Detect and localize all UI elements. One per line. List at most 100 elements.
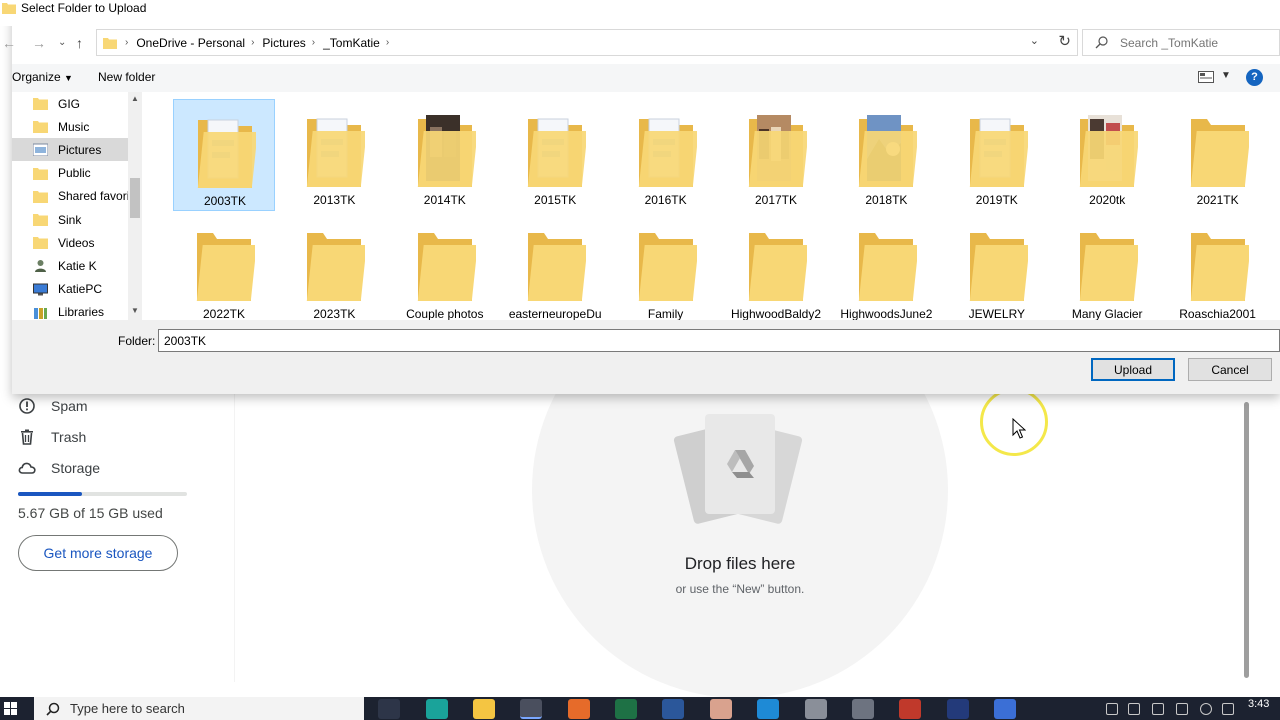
new-folder-button[interactable]: New folder	[98, 70, 155, 84]
folder-item[interactable]: HighwoodsJune2	[835, 213, 937, 320]
folder-item[interactable]: 2021TK	[1167, 99, 1269, 211]
sidebar-item-trash[interactable]: Trash	[18, 425, 86, 449]
tray-wifi-icon[interactable]	[1200, 703, 1212, 715]
chevron-right-icon[interactable]: ›	[386, 37, 389, 48]
nav-item-public[interactable]: Public	[12, 162, 128, 185]
help-icon[interactable]: ?	[1246, 69, 1263, 86]
folder-item[interactable]: 2022TK	[173, 213, 275, 320]
folder-item[interactable]: 2003TK	[173, 99, 275, 211]
app-icon[interactable]	[947, 699, 969, 719]
cancel-button[interactable]: Cancel	[1188, 358, 1272, 381]
nav-item-libraries[interactable]: Libraries	[12, 301, 128, 320]
folder-item[interactable]: 2023TK	[283, 213, 385, 320]
upload-button[interactable]: Upload	[1091, 358, 1175, 381]
folder-item[interactable]: 2017TK	[725, 99, 827, 211]
nav-item-pictures[interactable]: Pictures	[12, 138, 128, 162]
forward-arrow-icon[interactable]: →	[32, 35, 46, 51]
tray-keyboard-icon[interactable]	[1222, 703, 1234, 715]
scroll-down-arrow-icon[interactable]: ▼	[131, 306, 139, 315]
folder-item[interactable]: 2014TK	[394, 99, 496, 211]
camera-icon[interactable]	[852, 699, 874, 719]
windows-start-icon[interactable]	[4, 697, 18, 720]
settings-app-icon[interactable]	[994, 699, 1016, 719]
breadcrumb-tomkatie[interactable]: _TomKatie	[323, 36, 380, 50]
back-arrow-icon[interactable]: ←	[2, 35, 16, 51]
firefox-icon[interactable]	[568, 699, 590, 719]
storage-progress-bar	[18, 492, 187, 496]
folder-label: HighwoodsJune2	[840, 307, 933, 320]
chevron-right-icon[interactable]: ›	[125, 37, 128, 48]
organize-menu[interactable]: Organize ▼	[12, 70, 73, 84]
folder-search-box[interactable]	[1082, 29, 1280, 56]
command-bar: Organize ▼ New folder ▼ ?	[12, 64, 1280, 92]
tray-volume-icon[interactable]	[1176, 703, 1188, 715]
folder-item[interactable]: 2020tk	[1056, 99, 1158, 211]
nav-item-shared-favorite[interactable]: Shared favorite	[12, 185, 128, 208]
folder-icon	[196, 233, 255, 301]
chevron-right-icon[interactable]: ›	[251, 37, 254, 48]
address-bar[interactable]: › OneDrive - Personal › Pictures › _TomK…	[96, 29, 1078, 56]
folder-item[interactable]: Many Glacier	[1056, 213, 1158, 320]
folder-icon	[33, 190, 48, 203]
up-arrow-icon[interactable]: ↑	[76, 35, 83, 51]
refresh-icon[interactable]: ↻	[1058, 32, 1071, 50]
get-more-storage-button[interactable]: Get more storage	[18, 535, 178, 571]
app-store-icon[interactable]	[426, 699, 448, 719]
paint-icon[interactable]	[710, 699, 732, 719]
calculator-icon[interactable]	[805, 699, 827, 719]
word-icon[interactable]	[662, 699, 684, 719]
sidebar-item-spam[interactable]: Spam	[18, 394, 88, 418]
nav-item-videos[interactable]: Videos	[12, 231, 128, 254]
chevron-right-icon[interactable]: ›	[312, 37, 315, 48]
dialog-titlebar[interactable]: Select Folder to Upload	[0, 0, 1280, 26]
view-dropdown-chevron-icon[interactable]: ▼	[1221, 70, 1231, 81]
recent-locations-chevron-icon[interactable]: ⌄	[58, 37, 66, 48]
folder-item[interactable]: JEWELRY	[946, 213, 1048, 320]
nav-scroll-thumb[interactable]	[130, 178, 140, 218]
folder-name-input[interactable]	[158, 329, 1280, 352]
nav-item-katie-k[interactable]: Katie K	[12, 254, 128, 277]
chevron-down-icon: ▼	[64, 73, 73, 83]
excel-icon[interactable]	[615, 699, 637, 719]
nav-item-label: Libraries	[58, 305, 105, 320]
scroll-up-arrow-icon[interactable]: ▲	[131, 94, 139, 103]
nav-item-sink[interactable]: Sink	[12, 208, 128, 231]
breadcrumb-pictures[interactable]: Pictures	[262, 36, 305, 50]
drive-scrollbar[interactable]	[1244, 402, 1249, 678]
folder-icon	[638, 118, 697, 187]
drive-drop-zone[interactable]: Drop files here or use the “New” button.	[234, 282, 1280, 698]
nav-item-gig[interactable]: GIG	[12, 92, 128, 115]
folder-icon	[859, 115, 918, 187]
folder-item[interactable]: 2018TK	[835, 99, 937, 211]
address-dropdown-chevron-icon[interactable]: ⌄	[1030, 34, 1039, 47]
pdf-app-icon[interactable]	[899, 699, 921, 719]
taskbar-search-placeholder: Type here to search	[70, 701, 185, 716]
edge-icon[interactable]	[757, 699, 779, 719]
folder-label: 2015TK	[534, 193, 577, 207]
taskbar-clock[interactable]: 3:43	[1248, 698, 1269, 710]
folder-item[interactable]: 2015TK	[504, 99, 606, 211]
user-icon	[35, 260, 46, 273]
view-options-icon[interactable]	[1198, 71, 1214, 83]
chrome-icon[interactable]	[520, 699, 542, 719]
folder-item[interactable]: 2016TK	[615, 99, 717, 211]
sidebar-item-storage[interactable]: Storage	[18, 456, 100, 480]
folder-item[interactable]: easterneuropeDu	[504, 213, 606, 320]
tray-battery-icon[interactable]	[1152, 703, 1164, 715]
nav-item-katiepc[interactable]: KatiePC	[12, 278, 128, 301]
folder-item[interactable]: 2019TK	[946, 99, 1048, 211]
tray-app-icon[interactable]	[1128, 703, 1140, 715]
folder-item[interactable]: 2013TK	[283, 99, 385, 211]
folder-item[interactable]: Family	[615, 213, 717, 320]
breadcrumb-onedrive[interactable]: OneDrive - Personal	[136, 36, 245, 50]
task-view-icon[interactable]	[378, 699, 400, 719]
nav-item-music[interactable]: Music	[12, 115, 128, 138]
dialog-title: Select Folder to Upload	[21, 1, 147, 15]
folder-item[interactable]: Roaschia2001	[1167, 213, 1269, 320]
folder-item[interactable]: Couple photos	[394, 213, 496, 320]
file-explorer-icon[interactable]	[473, 699, 495, 719]
taskbar-search-box[interactable]: Type here to search	[34, 697, 364, 720]
folder-search-input[interactable]	[1120, 35, 1260, 50]
tray-chevron-icon[interactable]	[1106, 703, 1118, 715]
folder-item[interactable]: HighwoodBaldy2	[725, 213, 827, 320]
